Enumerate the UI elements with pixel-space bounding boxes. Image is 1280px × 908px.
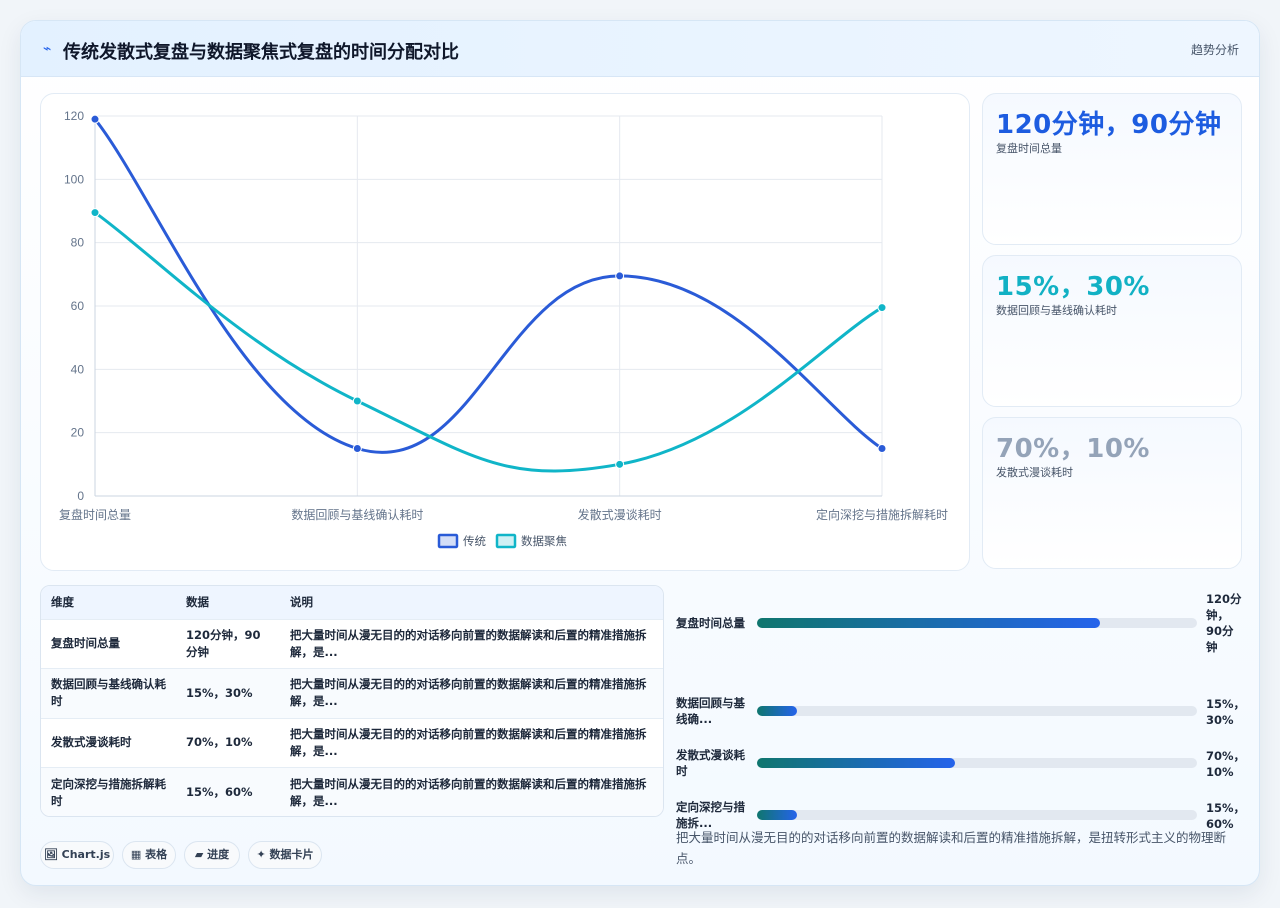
- progress-label: 数据回顾与基线确...: [676, 696, 745, 726]
- x-tick-label: 发散式漫谈耗时: [578, 507, 662, 522]
- header-bar: ⌁ 传统发散式复盘与数据聚焦式复盘的时间分配对比 趋势分析: [21, 21, 1259, 77]
- cell-description: 把大量时间从漫无目的的对话移向前置的数据解读和后置的精准措施拆解，是...: [290, 776, 647, 808]
- progress-list: 复盘时间总量 120分钟，90分钟 数据回顾与基线确... 15%，30% 发散…: [676, 591, 1246, 831]
- table-row: 发散式漫谈耗时 70%，10% 把大量时间从漫无目的的对话移向前置的数据解读和后…: [41, 718, 663, 768]
- cell-description: 把大量时间从漫无目的的对话移向前置的数据解读和后置的精准措施拆解，是...: [290, 627, 647, 659]
- cell-data: 15%，60%: [186, 785, 253, 799]
- y-tick-label: 60: [71, 299, 85, 313]
- data-point: [877, 303, 887, 313]
- data-point: [615, 459, 625, 469]
- stat-value: 15%，30%: [996, 272, 1150, 302]
- stat-label: 数据回顾与基线确认耗时: [996, 304, 1117, 317]
- page-title: 传统发散式复盘与数据聚焦式复盘的时间分配对比: [63, 42, 459, 63]
- column-header-description: 说明: [290, 595, 313, 610]
- data-point: [352, 444, 362, 453]
- chip-chartjs[interactable]: 🖼 Chart.js: [40, 841, 114, 869]
- stat-label: 复盘时间总量: [996, 142, 1062, 155]
- legend-label: 传统: [463, 534, 486, 548]
- stat-card-data-review: 15%，30% 数据回顾与基线确认耗时: [982, 255, 1242, 407]
- progress-fill: [757, 758, 955, 768]
- data-point: [877, 444, 887, 453]
- progress-label: 发散式漫谈耗时: [676, 748, 745, 778]
- progress-track: [757, 706, 1197, 716]
- chip-progress[interactable]: ▰ 进度: [184, 841, 240, 869]
- cell-dimension: 定向深挖与措施拆解耗时: [51, 776, 166, 808]
- progress-value: 15%，30%: [1206, 697, 1246, 727]
- trend-icon: ⌁: [43, 41, 52, 57]
- legend-swatch: [437, 533, 459, 549]
- column-header-data: 数据: [186, 595, 209, 610]
- y-tick-label: 20: [71, 426, 85, 440]
- y-tick-label: 40: [71, 362, 85, 376]
- y-tick-label: 0: [77, 489, 84, 503]
- legend-swatch: [495, 533, 517, 549]
- cell-data: 70%，10%: [186, 735, 253, 750]
- data-point: [90, 114, 100, 124]
- y-tick-label: 100: [64, 172, 84, 186]
- data-point: [352, 396, 362, 406]
- cell-data: 120分钟，90分钟: [186, 627, 261, 659]
- column-header-dimension: 维度: [51, 595, 74, 610]
- cell-description: 把大量时间从漫无目的的对话移向前置的数据解读和后置的精准措施拆解，是...: [290, 677, 647, 709]
- table-row: 复盘时间总量 120分钟，90分钟 把大量时间从漫无目的的对话移向前置的数据解读…: [41, 619, 663, 669]
- summary-text: 把大量时间从漫无目的的对话移向前置的数据解读和后置的精准措施拆解，是扭转形式主义…: [676, 830, 1227, 866]
- x-tick-label: 定向深挖与措施拆解耗时: [816, 507, 948, 522]
- progress-track: [757, 618, 1197, 628]
- cell-dimension: 复盘时间总量: [51, 636, 120, 651]
- data-point: [615, 271, 625, 281]
- data-table: 维度 数据 说明 复盘时间总量 120分钟，90分钟 把大量时间从漫无目的的对话…: [40, 585, 664, 817]
- dashboard-card: ⌁ 传统发散式复盘与数据聚焦式复盘的时间分配对比 趋势分析 0 20 40 60 80 1…: [20, 20, 1260, 886]
- progress-value: 120分钟，90分钟: [1206, 592, 1242, 654]
- stat-card-total-time: 120分钟，90分钟 复盘时间总量: [982, 93, 1242, 245]
- chip-data-cards[interactable]: ✦ 数据卡片: [248, 841, 322, 869]
- y-tick-label: 80: [71, 236, 85, 250]
- progress-value: 70%，10%: [1206, 749, 1246, 779]
- progress-fill: [757, 810, 797, 820]
- progress-fill: [757, 618, 1101, 628]
- table-row: 数据回顾与基线确认耗时 15%，30% 把大量时间从漫无目的的对话移向前置的数据…: [41, 668, 663, 718]
- cell-dimension: 发散式漫谈耗时: [51, 735, 132, 750]
- stat-label: 发散式漫谈耗时: [996, 466, 1073, 479]
- stat-card-divergent-talk: 70%，10% 发散式漫谈耗时: [982, 417, 1242, 569]
- line-chart: 0 20 40 60 80 100 120 复盘时间总量 数据回顾与基线确认耗时 发散式漫谈耗时 定…: [59, 109, 948, 549]
- cell-data: 15%，30%: [186, 685, 253, 700]
- progress-fill: [757, 706, 797, 716]
- progress-label: 复盘时间总量: [676, 616, 745, 630]
- chip-table[interactable]: ▦ 表格: [122, 841, 176, 869]
- stat-value: 120分钟，90分钟: [996, 110, 1222, 140]
- cell-description: 把大量时间从漫无目的的对话移向前置的数据解读和后置的精准措施拆解，是...: [290, 726, 647, 758]
- y-tick-label: 120: [64, 109, 84, 123]
- progress-track: [757, 810, 1197, 820]
- data-point: [90, 208, 100, 218]
- stat-value: 70%，10%: [996, 434, 1150, 464]
- table-header-row: 维度 数据 说明: [41, 586, 663, 619]
- progress-track: [757, 758, 1197, 768]
- line-chart-panel: 0 20 40 60 80 100 120 复盘时间总量 数据回顾与基线确认耗时 发散式漫谈耗时 定…: [40, 93, 970, 571]
- series-line-0: [93, 118, 883, 454]
- x-tick-label: 数据回顾与基线确认耗时: [291, 507, 423, 522]
- x-tick-label: 复盘时间总量: [59, 507, 131, 522]
- table-row: 定向深挖与措施拆解耗时 15%，60% 把大量时间从漫无目的的对话移向前置的数据…: [41, 767, 663, 816]
- legend-label: 数据聚焦: [521, 534, 567, 548]
- cell-dimension: 数据回顾与基线确认耗时: [51, 677, 166, 709]
- header-tag[interactable]: 趋势分析: [1191, 41, 1239, 58]
